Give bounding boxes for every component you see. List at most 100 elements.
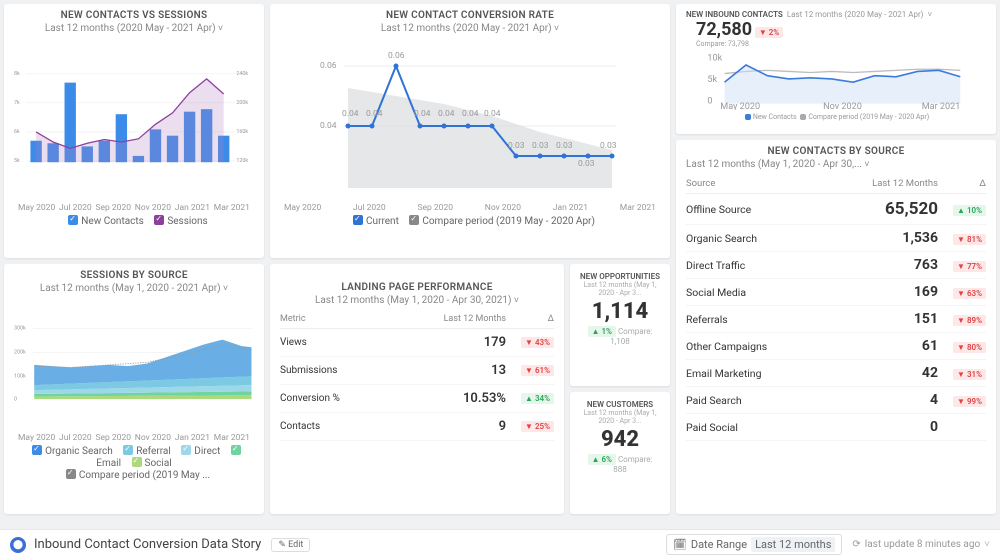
- value-cell: 42: [825, 360, 938, 387]
- checkbox-icon[interactable]: [409, 215, 419, 225]
- col-delta[interactable]: Δ: [506, 310, 554, 329]
- compare-label: Compare: 1,108: [610, 327, 652, 346]
- checkbox-icon[interactable]: [68, 215, 78, 225]
- svg-text:0: 0: [14, 396, 17, 402]
- delta-cell: ▼ 25%: [506, 413, 554, 441]
- checkbox-icon[interactable]: [231, 445, 241, 455]
- source-cell: Other Campaigns: [686, 333, 825, 360]
- svg-text:10k: 10k: [707, 54, 722, 64]
- table-row[interactable]: Contacts9▼ 25%: [280, 413, 554, 441]
- contacts-by-source-card: NEW CONTACTS BY SOURCE Last 12 months (M…: [676, 140, 996, 514]
- svg-text:0.04: 0.04: [366, 109, 383, 119]
- period-dropdown[interactable]: Last 12 months (May 1, 2020 - 2021 Apr): [14, 283, 254, 294]
- checkbox-icon[interactable]: [32, 445, 42, 455]
- svg-text:0.06: 0.06: [320, 61, 337, 71]
- last-updated[interactable]: ⟳ last update 8 minutes ago ˅: [852, 539, 990, 550]
- svg-text:240k: 240k: [236, 71, 248, 77]
- stat-period: Last 12 months (May 1, 2020 - Apr 3...: [580, 409, 660, 425]
- stat-title: NEW CUSTOMERS: [580, 400, 660, 409]
- period-label: Last 12 months (2020 May - 2021 Apr): [787, 10, 924, 19]
- col-value[interactable]: Last 12 Months: [825, 174, 938, 194]
- svg-text:160k: 160k: [236, 129, 248, 135]
- checkbox-icon[interactable]: [181, 445, 191, 455]
- delta-cell: ▼ 77%: [938, 252, 986, 279]
- delta-badge: ▼ 2%: [755, 27, 783, 38]
- calendar-icon: 🗓: [673, 538, 687, 551]
- table-row[interactable]: Referrals151▼ 89%: [686, 306, 986, 333]
- conversion-chart: 0.060.04 0.040.040.060.040.040.040.040.0…: [280, 38, 660, 198]
- chevron-down-icon: ˅: [984, 539, 990, 550]
- checkbox-icon[interactable]: [132, 457, 142, 467]
- edit-button[interactable]: ✎ Edit: [271, 538, 310, 552]
- contacts-sessions-chart: 8k7k6k5k 240k200k160k120k: [14, 38, 254, 198]
- source-cell: Referrals: [686, 306, 825, 333]
- compare-label: Compare: 888: [613, 455, 652, 474]
- delta-cell: ▼ 63%: [938, 279, 986, 306]
- svg-text:0.06: 0.06: [388, 51, 405, 61]
- delta-cell: ▼ 43%: [506, 329, 554, 357]
- col-metric[interactable]: Metric: [280, 310, 391, 329]
- value-cell: 13: [391, 357, 506, 385]
- svg-text:May 2020: May 2020: [720, 102, 760, 110]
- spark-legend: New Contacts Compare period (2019 May - …: [686, 113, 986, 121]
- metric-cell: Submissions: [280, 357, 391, 385]
- value-cell: 179: [391, 329, 506, 357]
- date-value: Last 12 months: [751, 537, 835, 552]
- svg-text:0.04: 0.04: [342, 109, 359, 119]
- period-dropdown[interactable]: Last 12 months (May 1, 2020 - Apr 30, 20…: [280, 295, 554, 306]
- delta-cell: ▲ 10%: [938, 194, 986, 225]
- col-delta[interactable]: Δ: [938, 174, 986, 194]
- svg-text:200k: 200k: [14, 350, 26, 356]
- svg-text:0.04: 0.04: [320, 121, 337, 131]
- value-cell: 0: [825, 414, 938, 441]
- svg-text:6k: 6k: [14, 129, 20, 135]
- table-row[interactable]: Conversion %10.53%▲ 34%: [280, 385, 554, 413]
- table-row[interactable]: Email Marketing42▼ 31%: [686, 360, 986, 387]
- stat-value: 942: [580, 427, 660, 452]
- value-cell: 65,520: [825, 194, 938, 225]
- conversion-rate-card: NEW CONTACT CONVERSION RATE Last 12 mont…: [270, 4, 670, 258]
- date-range-button[interactable]: 🗓 Date Range Last 12 months: [666, 534, 843, 555]
- new-inbound-contacts-card: NEW INBOUND CONTACTS Last 12 months (202…: [676, 4, 996, 134]
- svg-text:200k: 200k: [236, 100, 248, 106]
- sources-table: Source Last 12 Months Δ Offline Source65…: [686, 174, 986, 441]
- svg-text:300k: 300k: [14, 326, 26, 332]
- delta-cell: ▼ 81%: [938, 225, 986, 252]
- table-row[interactable]: Direct Traffic763▼ 77%: [686, 252, 986, 279]
- chevron-down-icon[interactable]: ˅: [927, 10, 932, 19]
- inbound-sparkline: 10k5k0 May 2020Nov 2020Mar 2021: [686, 50, 986, 110]
- table-row[interactable]: Social Media169▼ 63%: [686, 279, 986, 306]
- metric-cell: Conversion %: [280, 385, 391, 413]
- checkbox-icon[interactable]: [66, 469, 76, 479]
- checkbox-icon[interactable]: [353, 215, 363, 225]
- table-row[interactable]: Submissions13▼ 61%: [280, 357, 554, 385]
- svg-text:0.04: 0.04: [462, 109, 479, 119]
- checkbox-icon[interactable]: [123, 445, 133, 455]
- sessions-source-chart: 300k200k100k0: [14, 298, 254, 428]
- period-dropdown[interactable]: Last 12 months (2020 May - 2021 Apr): [14, 23, 254, 34]
- table-row[interactable]: Other Campaigns61▼ 80%: [686, 333, 986, 360]
- stat-period: Last 12 months (May 1, 2020 - Apr 3...: [580, 281, 660, 297]
- compare-label: Compare: 73,798: [696, 40, 986, 48]
- table-row[interactable]: Offline Source65,520▲ 10%: [686, 194, 986, 225]
- svg-text:Nov 2020: Nov 2020: [823, 102, 862, 110]
- logo-icon[interactable]: ⬤: [10, 537, 26, 553]
- table-row[interactable]: Organic Search1,536▼ 81%: [686, 225, 986, 252]
- col-value[interactable]: Last 12 Months: [391, 310, 506, 329]
- svg-text:0.03: 0.03: [532, 141, 549, 151]
- table-row[interactable]: Paid Social0: [686, 414, 986, 441]
- period-dropdown[interactable]: Last 12 months (2020 May - 2021 Apr): [280, 23, 660, 34]
- delta-cell: ▼ 89%: [938, 306, 986, 333]
- delta-cell: ▼ 80%: [938, 333, 986, 360]
- value-cell: 61: [825, 333, 938, 360]
- table-row[interactable]: Paid Search4▼ 99%: [686, 387, 986, 414]
- inbound-value: 72,580: [696, 19, 752, 40]
- checkbox-icon[interactable]: [154, 215, 164, 225]
- table-row[interactable]: Views179▼ 43%: [280, 329, 554, 357]
- svg-text:0.03: 0.03: [578, 159, 595, 169]
- col-source[interactable]: Source: [686, 174, 825, 194]
- card-title: NEW CONTACT CONVERSION RATE: [280, 10, 660, 21]
- period-dropdown[interactable]: Last 12 months (May 1, 2020 - Apr 30,...: [686, 159, 986, 170]
- value-cell: 1,536: [825, 225, 938, 252]
- value-cell: 4: [825, 387, 938, 414]
